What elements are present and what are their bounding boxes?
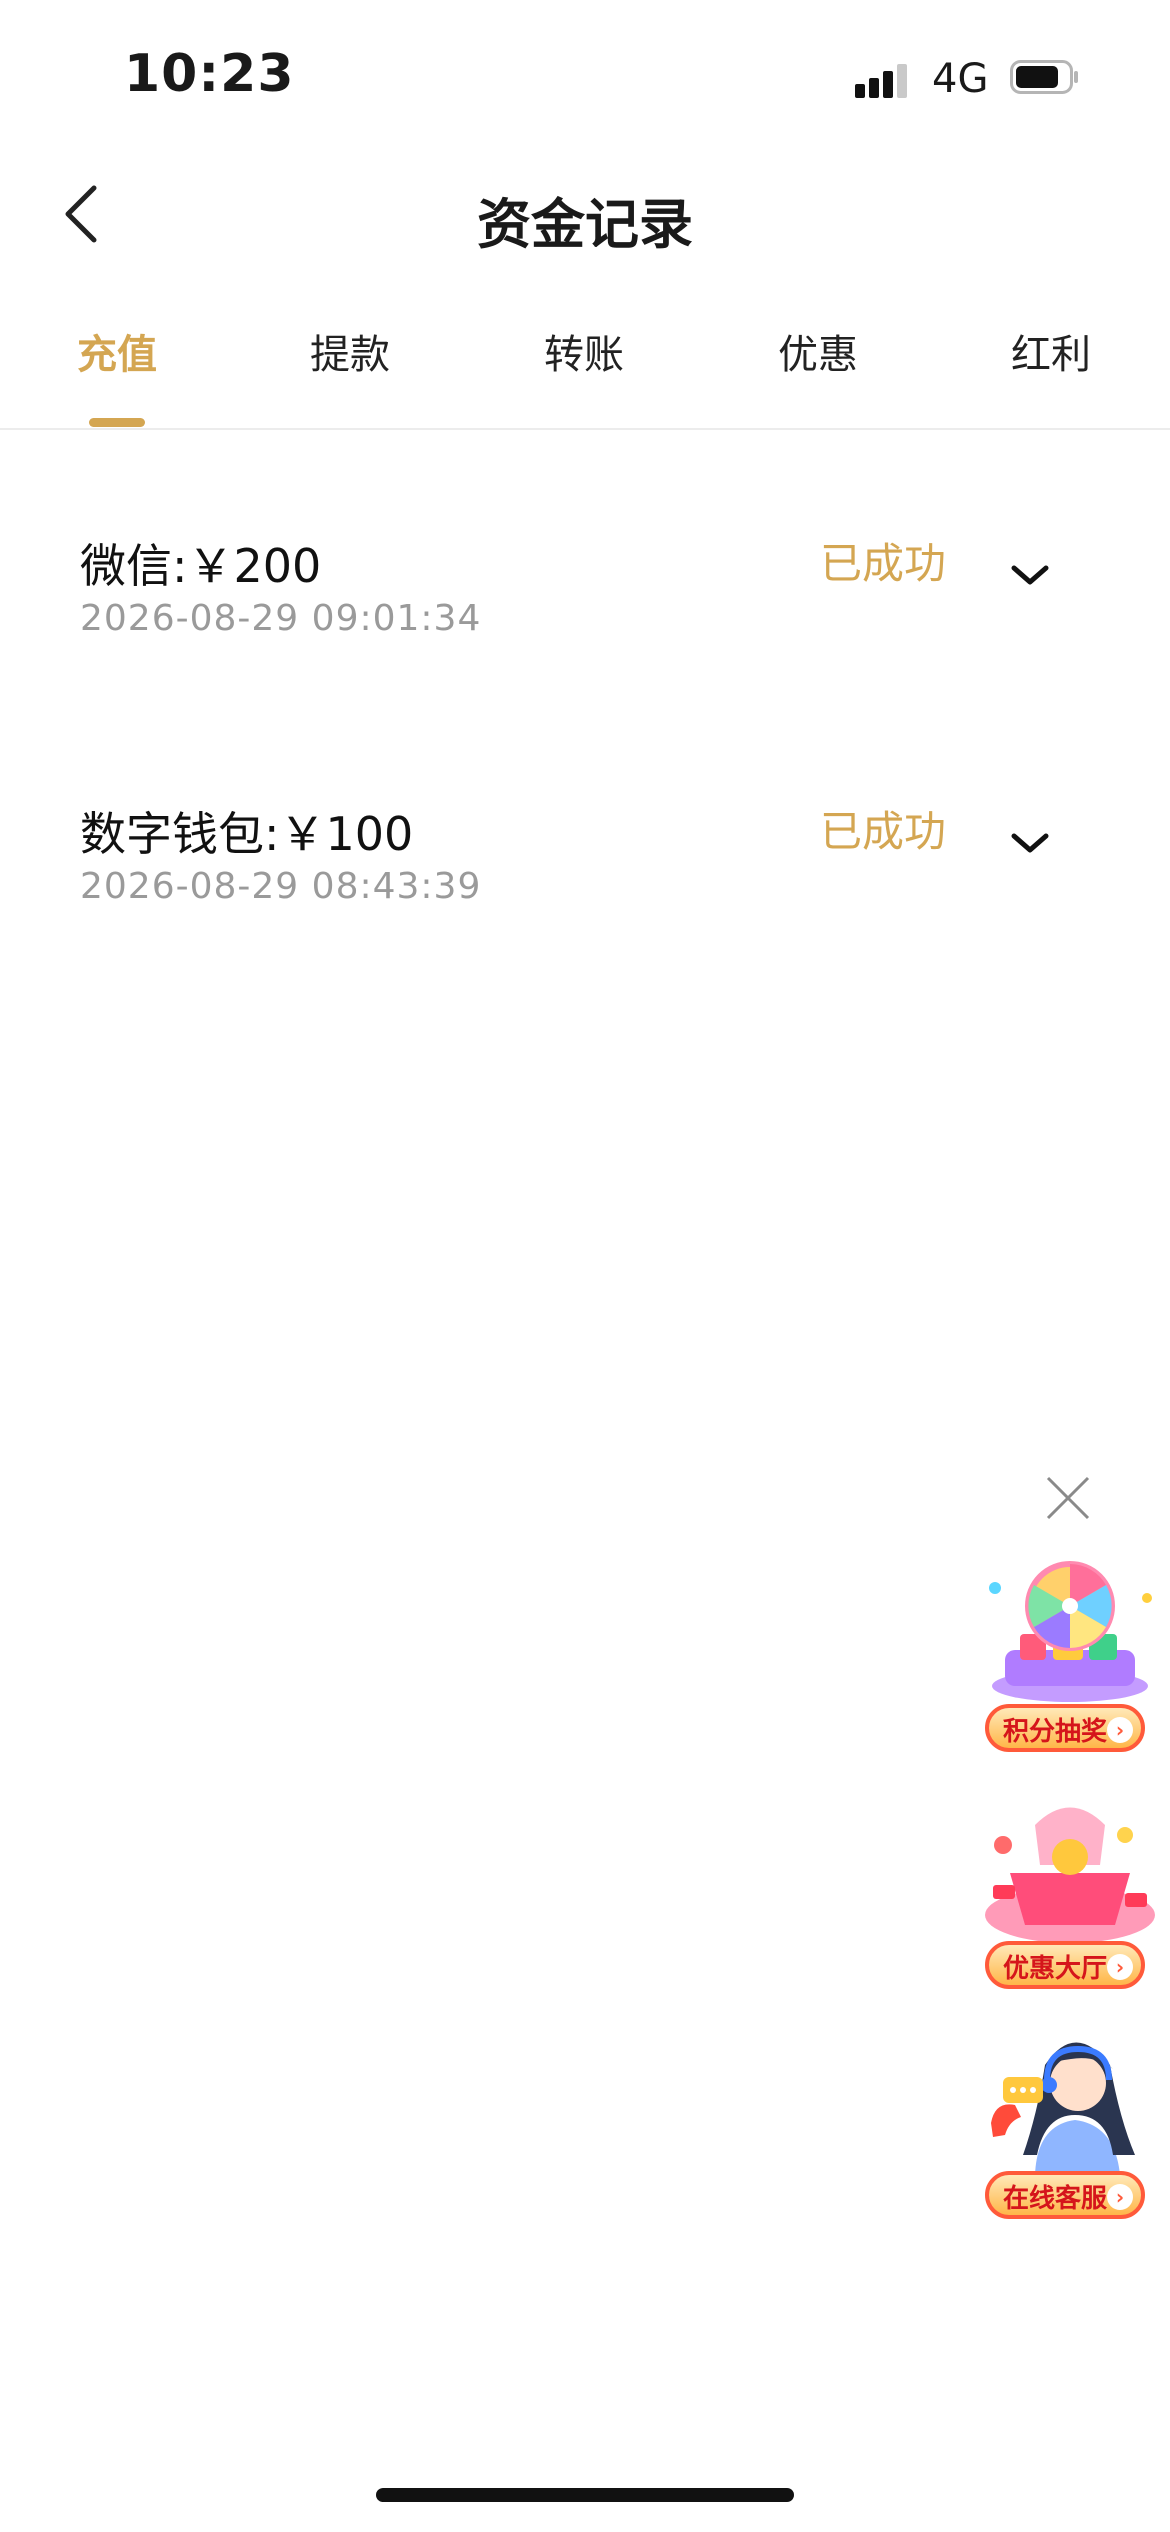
record-title: 数字钱包:￥100 [80, 807, 414, 861]
screen: 10:23 4G 资金记录 充值 提款 转账 优惠 红利 微信:￥200 202… [0, 0, 1170, 2532]
chevron-right-icon: › [1107, 1954, 1133, 1980]
status-badge: 已成功 [820, 807, 947, 856]
list-item[interactable]: 数字钱包:￥100 2026-08-29 08:43:39 已成功 [0, 798, 1170, 948]
battery-icon [1010, 60, 1078, 94]
active-tab-indicator [89, 418, 145, 427]
tab-recharge[interactable]: 充值 [37, 322, 197, 380]
status-time: 10:23 [124, 44, 295, 104]
record-title: 微信:￥200 [80, 539, 322, 593]
tab-withdraw[interactable]: 提款 [270, 322, 430, 380]
promo-offers-hall[interactable]: 优惠大厅 › [975, 1795, 1165, 1995]
home-indicator [376, 2488, 794, 2502]
promo-lucky-draw-button[interactable]: 积分抽奖 › [985, 1704, 1145, 1752]
prize-wheel-icon [989, 1561, 1152, 1702]
gift-box-icon [985, 1807, 1155, 1943]
promo-customer-service-label: 在线客服 [1003, 2184, 1108, 2214]
promo-customer-service-button[interactable]: 在线客服 › [985, 2171, 1145, 2219]
record-time: 2026-08-29 08:43:39 [80, 866, 482, 907]
page-title: 资金记录 [477, 193, 693, 256]
customer-service-icon [991, 2042, 1135, 2175]
status-badge: 已成功 [820, 539, 947, 588]
status-bar: 10:23 4G [0, 0, 1170, 150]
promo-offers-hall-button[interactable]: 优惠大厅 › [985, 1941, 1145, 1989]
network-type: 4G [932, 56, 989, 102]
close-icon[interactable] [1040, 1470, 1096, 1526]
promo-lucky-draw[interactable]: 积分抽奖 › [975, 1558, 1165, 1758]
chevron-down-icon[interactable] [1002, 816, 1058, 872]
promo-offers-hall-label: 优惠大厅 [1003, 1954, 1108, 1984]
tab-bonus[interactable]: 红利 [971, 322, 1131, 380]
chevron-right-icon: › [1107, 2184, 1133, 2210]
record-time: 2026-08-29 09:01:34 [80, 598, 482, 639]
header: 资金记录 [0, 160, 1170, 270]
promo-customer-service[interactable]: 在线客服 › [975, 2025, 1165, 2225]
chevron-down-icon[interactable] [1002, 548, 1058, 604]
chevron-right-icon: › [1107, 1717, 1133, 1743]
tab-transfer[interactable]: 转账 [504, 322, 664, 380]
promo-lucky-draw-label: 积分抽奖 [1003, 1717, 1108, 1747]
tab-bar: 充值 提款 转账 优惠 红利 [0, 300, 1170, 430]
list-item[interactable]: 微信:￥200 2026-08-29 09:01:34 已成功 [0, 530, 1170, 680]
signal-bars-icon [855, 58, 915, 98]
tab-promotion[interactable]: 优惠 [738, 322, 898, 380]
